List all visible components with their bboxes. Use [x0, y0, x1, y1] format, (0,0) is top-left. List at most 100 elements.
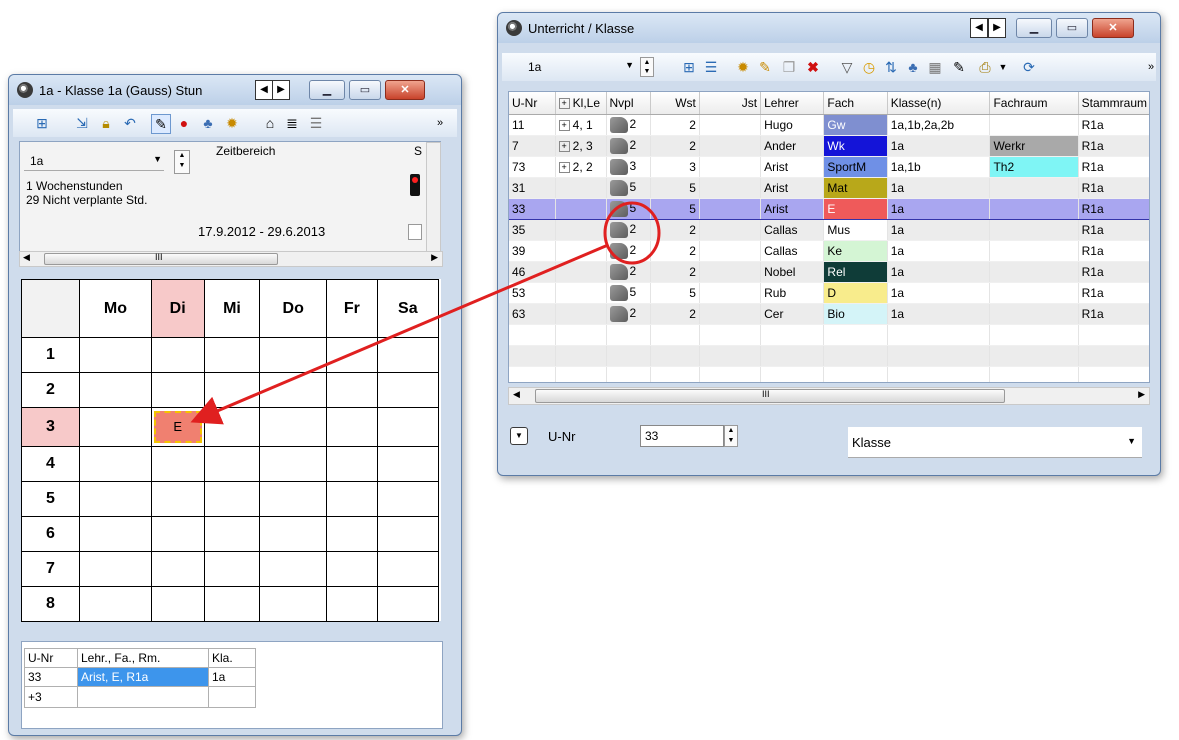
- cell-klle[interactable]: [555, 177, 607, 199]
- cell-wst[interactable]: 2: [650, 240, 700, 262]
- slot[interactable]: [150, 372, 205, 408]
- col-header[interactable]: Fach: [823, 92, 888, 115]
- slot[interactable]: [79, 337, 152, 373]
- cell-nvpl[interactable]: 2: [606, 135, 652, 157]
- slot[interactable]: [376, 407, 440, 447]
- table-row[interactable]: 31 5 5 Arist Mat 1a R1a: [509, 177, 1149, 199]
- cell-wst[interactable]: 5: [650, 282, 700, 304]
- table-row[interactable]: 35 2 2 Callas Mus 1a R1a: [509, 219, 1149, 241]
- cell-jst[interactable]: [699, 114, 762, 136]
- cell-nvpl[interactable]: 2: [606, 261, 652, 283]
- cell-fachraum[interactable]: Werkr: [989, 135, 1079, 157]
- cell-klle[interactable]: +4, 1: [555, 114, 607, 136]
- delete-icon[interactable]: ✖: [804, 58, 822, 76]
- cell-stammraum[interactable]: R1a: [1078, 219, 1149, 241]
- slot[interactable]: [325, 551, 378, 587]
- slot[interactable]: [259, 446, 327, 482]
- slot[interactable]: [325, 516, 378, 552]
- table-row[interactable]: 33 5 5 Arist E 1a R1a: [509, 198, 1149, 220]
- cell-wst[interactable]: 5: [650, 177, 700, 199]
- footer-toggle-button[interactable]: ▼: [510, 427, 528, 445]
- day-header[interactable]: Mi: [203, 279, 261, 338]
- cell-fach[interactable]: Rel: [823, 261, 888, 283]
- cell-stammraum[interactable]: R1a: [1078, 135, 1149, 157]
- cell-klle[interactable]: [555, 261, 607, 283]
- period-header[interactable]: 1: [21, 337, 80, 373]
- table-row[interactable]: 73 +2, 2 3 3 Arist SportM 1a,1b Th2 R1a: [509, 156, 1149, 178]
- cell-fachraum[interactable]: Th2: [989, 156, 1079, 178]
- cell-wst[interactable]: 2: [650, 261, 700, 283]
- cell-stammraum[interactable]: R1a: [1078, 156, 1149, 178]
- close-icon[interactable]: ✕: [385, 80, 425, 100]
- col-header[interactable]: Klasse(n): [887, 92, 991, 115]
- expand-plus-icon[interactable]: +: [558, 120, 570, 132]
- minimize-icon[interactable]: ▁: [1016, 18, 1052, 38]
- slot[interactable]: [325, 481, 378, 517]
- settings-icon[interactable]: ✹: [223, 114, 241, 132]
- slot[interactable]: [203, 481, 261, 517]
- slot[interactable]: [259, 481, 327, 517]
- expand-plus-icon[interactable]: +: [558, 98, 570, 110]
- cell-lehrer[interactable]: Cer: [760, 303, 825, 325]
- cell-fachraum[interactable]: [989, 261, 1079, 283]
- table-row[interactable]: 46 2 2 Nobel Rel 1a R1a: [509, 261, 1149, 283]
- cell-klassen[interactable]: 1a: [887, 303, 991, 325]
- slot[interactable]: [376, 516, 440, 552]
- period-header[interactable]: 6: [21, 516, 80, 552]
- expand-icon[interactable]: ⊞: [33, 114, 51, 132]
- slot[interactable]: [325, 372, 378, 408]
- slot[interactable]: [376, 551, 440, 587]
- cell-klassen[interactable]: 1a: [887, 219, 991, 241]
- class-select[interactable]: 1a ▼: [24, 152, 164, 171]
- slot[interactable]: [203, 446, 261, 482]
- cell-unr[interactable]: 11: [509, 114, 556, 136]
- pin-icon[interactable]: ●: [175, 114, 193, 132]
- cell-klle[interactable]: +2, 2: [555, 156, 607, 178]
- lesson-list-cell[interactable]: [208, 686, 256, 708]
- sort-icon[interactable]: ⇅: [882, 58, 900, 76]
- slot[interactable]: [259, 516, 327, 552]
- class-select[interactable]: 1a ▼: [522, 59, 634, 75]
- cell-fachraum[interactable]: [989, 219, 1079, 241]
- day-header[interactable]: Di: [150, 279, 205, 338]
- cell-klle[interactable]: +2, 3: [555, 135, 607, 157]
- filter-icon[interactable]: ▽: [838, 58, 856, 76]
- day-header[interactable]: Mo: [79, 279, 152, 338]
- cell-fachraum[interactable]: [989, 303, 1079, 325]
- info-scroll-thumb[interactable]: III: [44, 252, 278, 265]
- lesson-list-cell[interactable]: +3: [24, 686, 78, 708]
- cell-klassen[interactable]: 1a,1b,2a,2b: [887, 114, 991, 136]
- cell-fach[interactable]: Mus: [823, 219, 888, 241]
- cell-klassen[interactable]: 1a: [887, 135, 991, 157]
- table-row[interactable]: 11 +4, 1 2 2 Hugo Gw 1a,1b,2a,2b R1a: [509, 114, 1149, 136]
- period-header[interactable]: 2: [21, 372, 80, 408]
- slot[interactable]: [203, 586, 261, 622]
- cell-klle[interactable]: [555, 198, 607, 220]
- slot[interactable]: [150, 516, 205, 552]
- slot[interactable]: [259, 407, 327, 447]
- cell-fach[interactable]: SportM: [823, 156, 888, 178]
- layout-icon[interactable]: ☰: [307, 114, 325, 132]
- slot[interactable]: [203, 407, 261, 447]
- period-header[interactable]: 7: [21, 551, 80, 587]
- slot[interactable]: [203, 372, 261, 408]
- cell-jst[interactable]: [699, 198, 762, 220]
- cell-klassen[interactable]: 1a: [887, 198, 991, 220]
- slot[interactable]: [150, 446, 205, 482]
- col-header[interactable]: Nvpl: [606, 92, 652, 115]
- table-row[interactable]: 7 +2, 3 2 2 Ander Wk 1a Werkr R1a: [509, 135, 1149, 157]
- slot[interactable]: [79, 586, 152, 622]
- table-row[interactable]: 53 5 5 Rub D 1a R1a: [509, 282, 1149, 304]
- cell-klassen[interactable]: 1a: [887, 240, 991, 262]
- slot[interactable]: [325, 586, 378, 622]
- settings-icon[interactable]: ✹: [734, 58, 752, 76]
- cell-klle[interactable]: [555, 219, 607, 241]
- columns-icon[interactable]: ☰: [702, 58, 720, 76]
- slot[interactable]: [376, 446, 440, 482]
- cell-fach[interactable]: E: [823, 198, 888, 220]
- maximize-icon[interactable]: ▭: [349, 80, 381, 100]
- cell-unr[interactable]: 35: [509, 219, 556, 241]
- lesson-list-cell[interactable]: 33: [24, 667, 78, 687]
- cell-unr[interactable]: 63: [509, 303, 556, 325]
- prev-arrow-icon[interactable]: ◀: [970, 18, 988, 38]
